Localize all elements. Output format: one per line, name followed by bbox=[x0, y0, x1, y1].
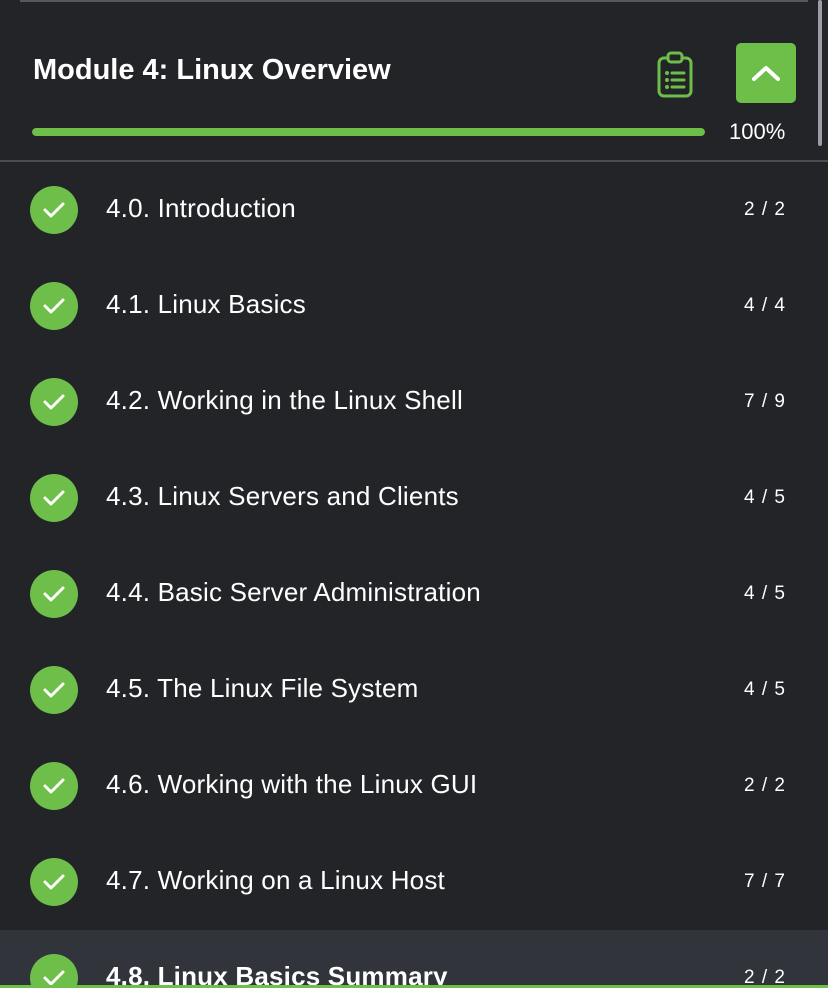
topic-progress-count: 4 / 5 bbox=[744, 583, 786, 604]
completed-check-icon bbox=[30, 186, 78, 234]
topic-progress-count: 4 / 4 bbox=[744, 295, 786, 316]
topic-progress-count: 2 / 2 bbox=[744, 199, 786, 220]
completed-check-icon bbox=[30, 666, 78, 714]
module-progress-fill bbox=[32, 128, 705, 136]
topic-title: 4.1. Linux Basics bbox=[106, 289, 306, 319]
topic-list-item[interactable]: 4.2. Working in the Linux Shell 7 / 9 bbox=[0, 354, 828, 450]
topic-progress-count: 7 / 7 bbox=[744, 871, 786, 892]
topic-list-item[interactable]: 4.3. Linux Servers and Clients 4 / 5 bbox=[0, 450, 828, 546]
completed-check-icon bbox=[30, 378, 78, 426]
topic-progress-count: 2 / 2 bbox=[744, 775, 786, 796]
topic-list-item[interactable]: 4.0. Introduction 2 / 2 bbox=[0, 162, 828, 258]
module-header[interactable]: Module 4: Linux Overview 100% bbox=[0, 0, 828, 162]
topic-list-item[interactable]: 4.1. Linux Basics 4 / 4 bbox=[0, 258, 828, 354]
topic-list-item[interactable]: 4.4. Basic Server Administration 4 / 5 bbox=[0, 546, 828, 642]
clipboard-list-icon[interactable] bbox=[652, 50, 698, 100]
completed-check-icon bbox=[30, 570, 78, 618]
completed-check-icon bbox=[30, 474, 78, 522]
completed-check-icon bbox=[30, 282, 78, 330]
topic-list-item[interactable]: 4.8. Linux Basics Summary 2 / 2 bbox=[0, 930, 828, 988]
topic-list-item[interactable]: 4.5. The Linux File System 4 / 5 bbox=[0, 642, 828, 738]
scrollbar[interactable] bbox=[818, 0, 822, 146]
topic-list-item[interactable]: 4.7. Working on a Linux Host 7 / 7 bbox=[0, 834, 828, 930]
chevron-up-icon bbox=[752, 66, 780, 81]
module-progress-bar bbox=[32, 128, 705, 136]
module-panel: Module 4: Linux Overview 100% 4.0. Intro… bbox=[0, 0, 828, 988]
completed-check-icon bbox=[30, 858, 78, 906]
topic-title: 4.7. Working on a Linux Host bbox=[106, 865, 445, 895]
topic-progress-count: 7 / 9 bbox=[744, 391, 786, 412]
topic-title: 4.3. Linux Servers and Clients bbox=[106, 481, 459, 511]
topic-title: 4.2. Working in the Linux Shell bbox=[106, 385, 463, 415]
topic-title: 4.6. Working with the Linux GUI bbox=[106, 769, 478, 799]
topic-title: 4.5. The Linux File System bbox=[106, 673, 419, 703]
topic-list: 4.0. Introduction 2 / 2 4.1. Linux Basic… bbox=[0, 162, 828, 988]
collapse-button[interactable] bbox=[736, 43, 796, 103]
topic-title: 4.4. Basic Server Administration bbox=[106, 577, 481, 607]
completed-check-icon bbox=[30, 954, 78, 988]
completed-check-icon bbox=[30, 762, 78, 810]
module-title: Module 4: Linux Overview bbox=[33, 54, 391, 86]
topic-title: 4.0. Introduction bbox=[106, 193, 296, 223]
topic-progress-count: 4 / 5 bbox=[744, 487, 786, 508]
topic-title: 4.8. Linux Basics Summary bbox=[106, 961, 448, 988]
topic-list-item[interactable]: 4.6. Working with the Linux GUI 2 / 2 bbox=[0, 738, 828, 834]
topic-progress-count: 4 / 5 bbox=[744, 679, 786, 700]
module-progress-label: 100% bbox=[729, 119, 786, 144]
